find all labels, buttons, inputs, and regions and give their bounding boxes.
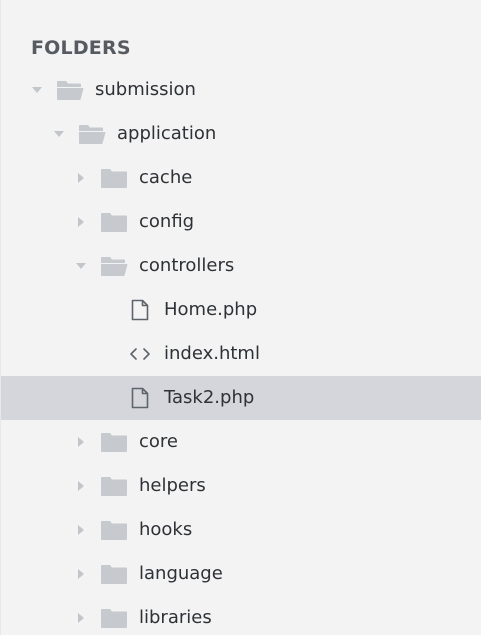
disclosure-open-icon[interactable] xyxy=(31,84,43,96)
tree-item-label: cache xyxy=(139,167,193,188)
disclosure-open-icon[interactable] xyxy=(53,128,65,140)
folder-icon xyxy=(100,167,128,189)
disclosure-closed-icon[interactable] xyxy=(75,172,87,184)
tree-item-label: core xyxy=(139,431,178,452)
folder-item-hooks[interactable]: hooks xyxy=(1,508,481,552)
tree-item-label: index.html xyxy=(164,343,260,364)
disclosure-closed-icon[interactable] xyxy=(75,436,87,448)
file-item-home-php[interactable]: Home.php xyxy=(1,288,481,332)
tree-item-label: application xyxy=(117,123,217,144)
file-icon xyxy=(128,299,152,321)
code-file-icon xyxy=(128,343,152,365)
folder-item-controllers[interactable]: controllers xyxy=(1,244,481,288)
file-item-index-html[interactable]: index.html xyxy=(1,332,481,376)
disclosure-closed-icon[interactable] xyxy=(75,568,87,580)
folder-icon xyxy=(100,519,128,541)
folder-item-libraries[interactable]: libraries xyxy=(1,596,481,640)
tree-item-label: hooks xyxy=(139,519,193,540)
disclosure-open-icon[interactable] xyxy=(75,260,87,272)
folder-tree: submission application cache config controll… xyxy=(1,68,481,640)
disclosure-closed-icon[interactable] xyxy=(75,216,87,228)
file-icon xyxy=(128,387,152,409)
tree-item-label: helpers xyxy=(139,475,206,496)
tree-item-label: libraries xyxy=(139,607,212,628)
folder-open-icon xyxy=(56,79,84,101)
folder-item-helpers[interactable]: helpers xyxy=(1,464,481,508)
folder-item-cache[interactable]: cache xyxy=(1,156,481,200)
folder-icon xyxy=(100,475,128,497)
tree-item-label: Task2.php xyxy=(164,387,255,408)
folder-item-language[interactable]: language xyxy=(1,552,481,596)
folder-item-config[interactable]: config xyxy=(1,200,481,244)
tree-item-label: submission xyxy=(95,79,196,100)
folders-header: FOLDERS xyxy=(31,37,131,59)
tree-item-label: config xyxy=(139,211,195,232)
folder-icon xyxy=(100,211,128,233)
folder-icon xyxy=(100,431,128,453)
tree-item-label: language xyxy=(139,563,223,584)
folder-open-icon xyxy=(100,255,128,277)
tree-item-label: controllers xyxy=(139,255,235,276)
disclosure-closed-icon[interactable] xyxy=(75,480,87,492)
sidebar: FOLDERS submission application cache config… xyxy=(0,0,481,635)
tree-item-label: Home.php xyxy=(164,299,258,320)
folder-open-icon xyxy=(78,123,106,145)
disclosure-closed-icon[interactable] xyxy=(75,612,87,624)
folder-item-submission[interactable]: submission xyxy=(1,68,481,112)
file-item-task2-php[interactable]: Task2.php xyxy=(1,376,481,420)
folder-icon xyxy=(100,563,128,585)
folder-icon xyxy=(100,607,128,629)
folder-item-core[interactable]: core xyxy=(1,420,481,464)
folder-item-application[interactable]: application xyxy=(1,112,481,156)
disclosure-closed-icon[interactable] xyxy=(75,524,87,536)
